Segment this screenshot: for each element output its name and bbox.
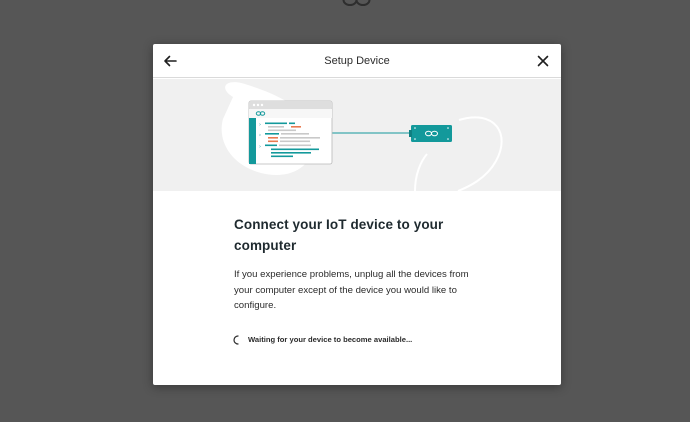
waiting-status: Waiting for your device to become availa… (233, 334, 483, 348)
svg-text:›: › (259, 133, 261, 139)
back-arrow-icon[interactable] (161, 52, 179, 70)
svg-text:›: › (259, 122, 261, 128)
setup-device-dialog: Setup Device › › › Connect your IoT devi… (153, 44, 561, 385)
arduino-infinity-icon (342, 0, 371, 6)
waiting-status-text: Waiting for your device to become availa… (248, 335, 413, 344)
close-icon[interactable] (534, 52, 552, 70)
computer-to-board-illustration: › › › (221, 82, 503, 191)
setup-illustration: › › › (153, 79, 561, 191)
connect-device-heading: Connect your IoT device to your computer (234, 217, 444, 253)
loading-spinner-icon (233, 335, 239, 345)
dialog-title: Setup Device (324, 55, 390, 67)
dialog-header: Setup Device (153, 44, 561, 78)
svg-text:›: › (259, 144, 261, 150)
troubleshooting-description: If you experience problems, unplug all t… (234, 269, 469, 311)
